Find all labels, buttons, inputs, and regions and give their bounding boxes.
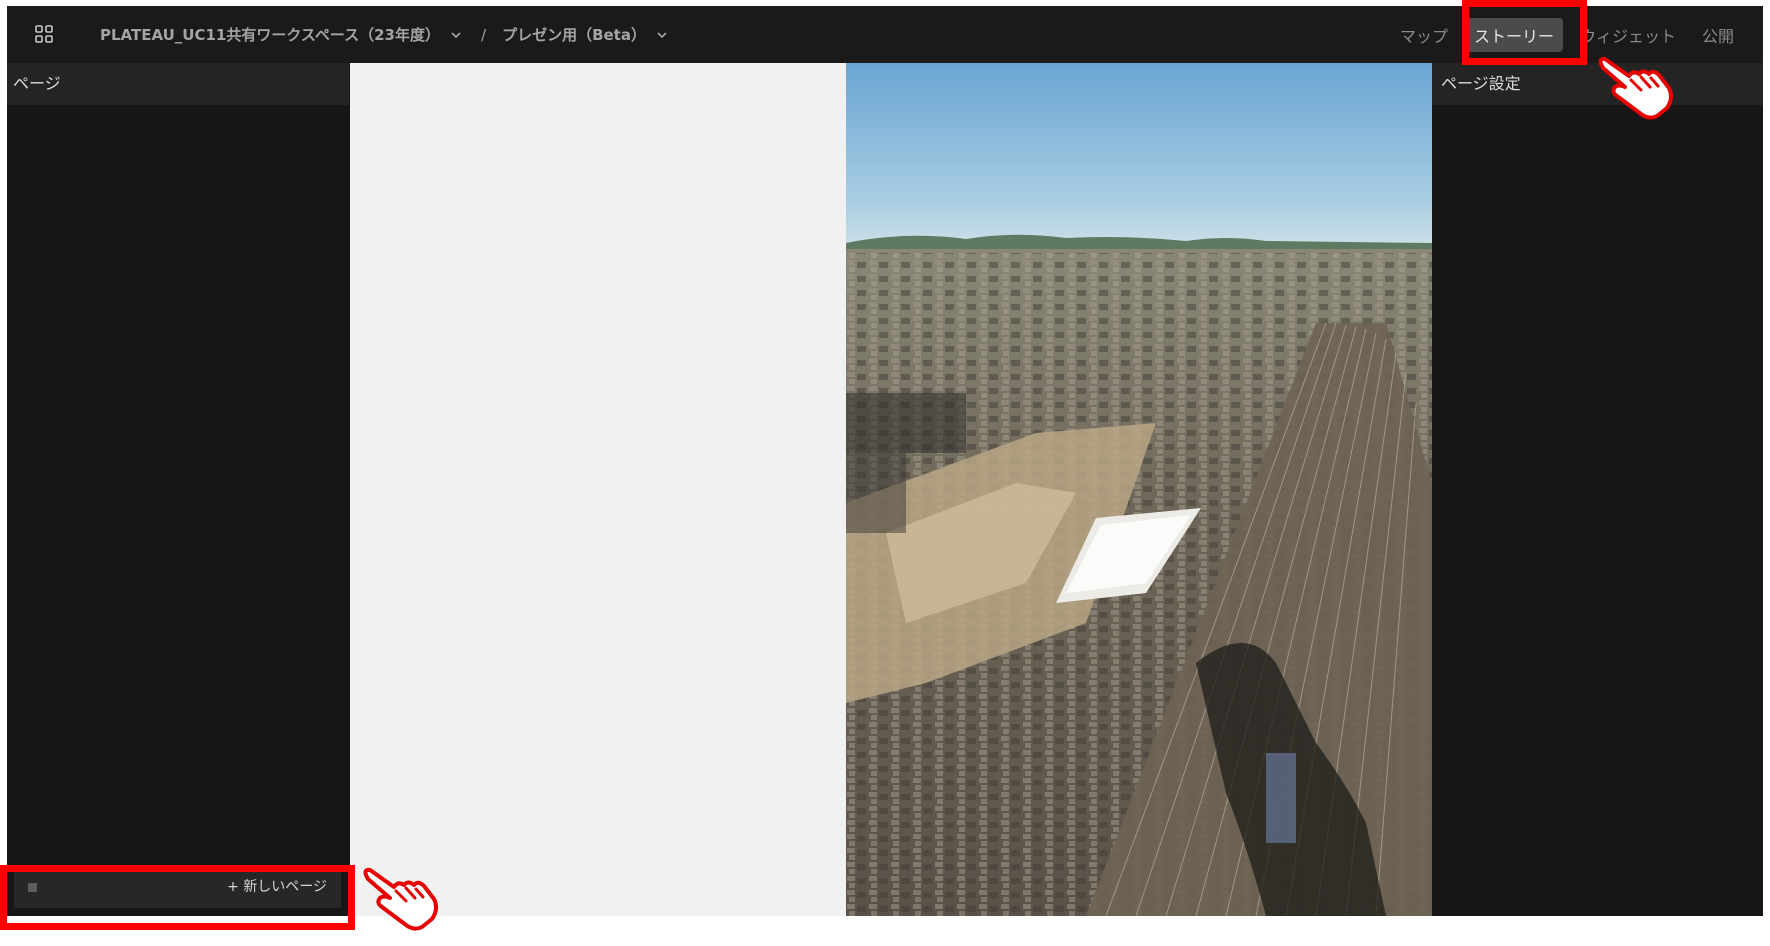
- chevron-down-icon: [657, 31, 667, 38]
- chevron-down-icon: [451, 31, 461, 38]
- app-window: PLATEAU_UC11共有ワークスペース（23年度） / プレゼン用（Beta…: [7, 6, 1763, 916]
- highlight-new-page: [0, 865, 355, 930]
- story-canvas[interactable]: [350, 63, 846, 916]
- workspace-selector[interactable]: PLATEAU_UC11共有ワークスペース（23年度）: [100, 24, 463, 45]
- workspace-name: PLATEAU_UC11共有ワークスペース（23年度）: [100, 26, 440, 44]
- pointing-hand-icon: [1598, 56, 1674, 120]
- tab-widget[interactable]: ウィジェット: [1571, 18, 1685, 52]
- pages-panel: ページ + 新しいページ: [7, 63, 349, 916]
- pointing-hand-icon: [363, 867, 439, 931]
- aerial-city-view: [846, 63, 1432, 916]
- tab-map[interactable]: マップ: [1391, 18, 1457, 52]
- map-viewport[interactable]: [846, 63, 1432, 916]
- project-name: プレゼン用（Beta）: [502, 26, 646, 44]
- breadcrumb-separator: /: [481, 25, 487, 44]
- tab-publish[interactable]: 公開: [1693, 18, 1743, 52]
- page-settings-panel: ページ設定: [1432, 63, 1763, 916]
- grid-icon[interactable]: [35, 25, 53, 43]
- breadcrumb: PLATEAU_UC11共有ワークスペース（23年度） / プレゼン用（Beta…: [100, 6, 669, 63]
- pages-panel-title: ページ: [7, 63, 349, 105]
- highlight-story-tab: [1462, 0, 1587, 65]
- project-selector[interactable]: プレゼン用（Beta）: [502, 24, 669, 45]
